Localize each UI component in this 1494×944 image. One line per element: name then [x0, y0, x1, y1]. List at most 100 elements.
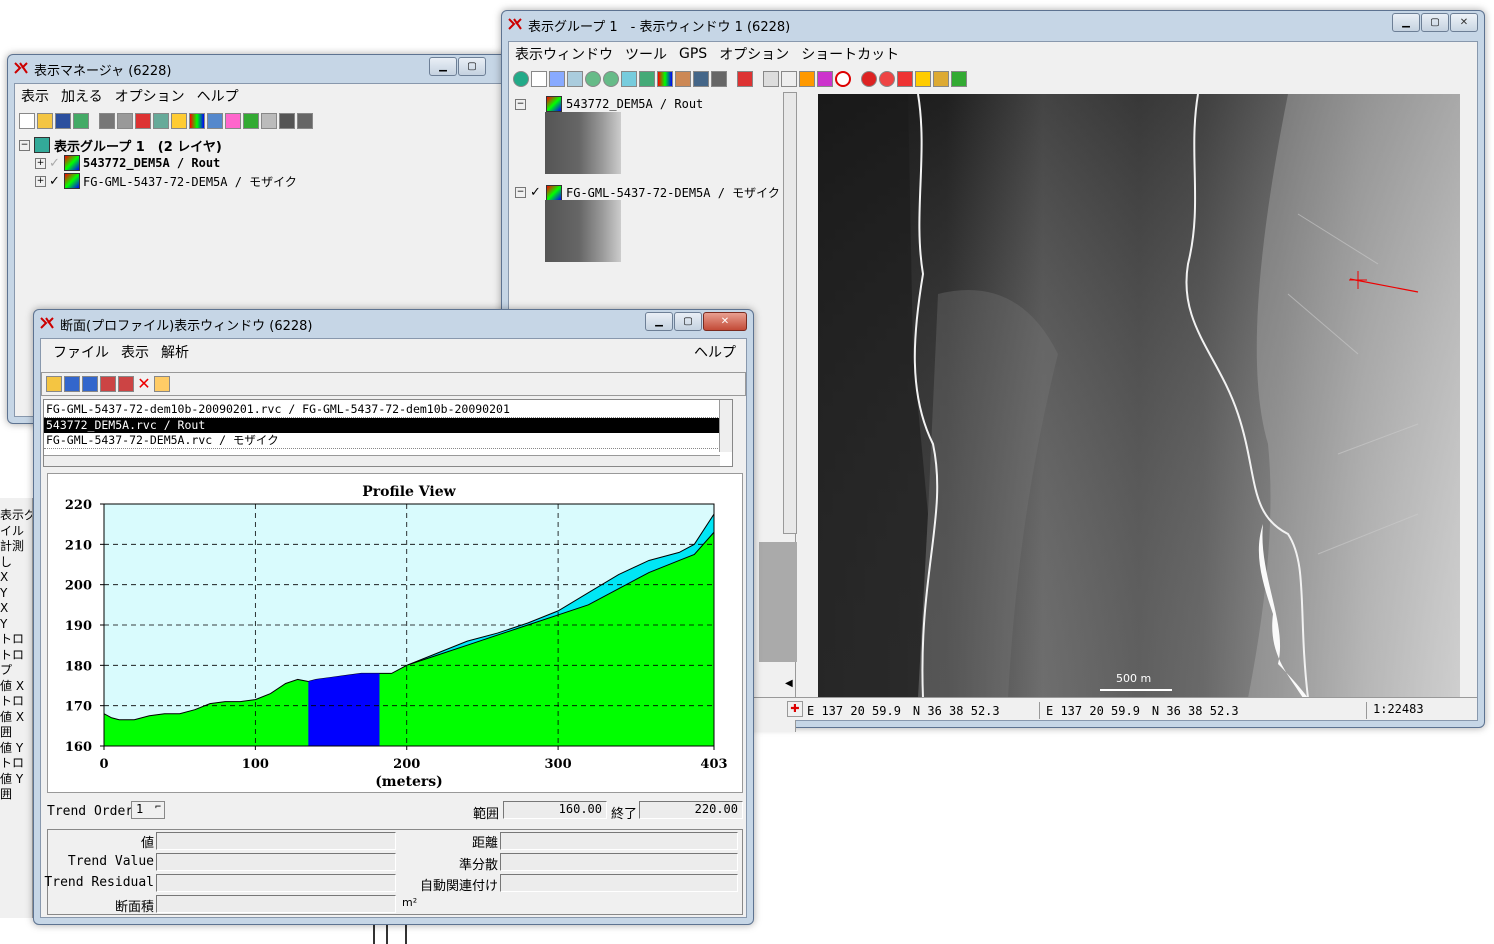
zoom-layer-icon[interactable]	[621, 71, 637, 87]
ruler-icon[interactable]	[261, 113, 277, 129]
menu-options[interactable]: オプション	[719, 44, 789, 64]
arrows-icon[interactable]	[799, 71, 815, 87]
minimize-button[interactable]: ▁	[429, 57, 457, 76]
layer-one-icon[interactable]	[763, 71, 779, 87]
layer-checkbox-checked[interactable]: ✓	[530, 185, 542, 200]
expand-icon[interactable]: +	[35, 175, 46, 187]
list-item[interactable]: FG-GML-5437-72-dem10b-20090201.rvc / FG-…	[44, 402, 720, 418]
menubar: ファイル 表示 解析 ヘルプ	[41, 342, 746, 362]
layer-row[interactable]: + ✓ FG-GML-5437-72-DEM5A / モザイク	[35, 172, 503, 190]
list-item[interactable]: FG-GML-5437-72-DEM5A.rvc / モザイク	[44, 433, 720, 449]
range-start-field[interactable]: 160.00	[503, 801, 607, 819]
layer-row[interactable]: − ✓ FG-GML-5437-72-DEM5A / モザイク	[515, 184, 780, 201]
scroll-left-arrow[interactable]: ◀	[785, 678, 797, 692]
open-folder-icon[interactable]	[37, 113, 53, 129]
maximize-button[interactable]: ▢	[674, 312, 702, 331]
layer-panel-scrollbar[interactable]	[783, 92, 797, 534]
measure-icon[interactable]	[675, 71, 691, 87]
layer-icon[interactable]	[99, 113, 115, 129]
collapse-icon[interactable]: −	[515, 187, 526, 198]
redraw-icon[interactable]	[513, 71, 529, 87]
menu-display[interactable]: 表示	[21, 86, 49, 106]
collapse-icon[interactable]: −	[19, 139, 30, 151]
add-layer-icon[interactable]	[135, 113, 151, 129]
terrain-icon[interactable]	[117, 113, 133, 129]
minimize-button[interactable]: ▁	[1392, 13, 1420, 32]
table-icon[interactable]	[297, 113, 313, 129]
menu-display[interactable]: 表示	[121, 342, 149, 362]
delete-icon[interactable]: ✕	[136, 376, 152, 392]
menu-analysis[interactable]: 解析	[161, 342, 189, 362]
menu-tools[interactable]: ツール	[625, 44, 667, 64]
close-button[interactable]: ✕	[703, 312, 747, 331]
rgb-icon[interactable]	[189, 113, 205, 129]
minimize-button[interactable]: ▁	[645, 312, 673, 331]
distance-label: 距離	[471, 836, 498, 851]
tin-icon[interactable]	[207, 113, 223, 129]
toolbar: ✕	[41, 372, 746, 396]
print-icon[interactable]	[73, 113, 89, 129]
zoom-in-icon[interactable]	[585, 71, 601, 87]
menu-help[interactable]: ヘルプ	[197, 86, 239, 106]
line-tool-icon[interactable]	[915, 71, 931, 87]
no-entry-icon[interactable]	[835, 71, 851, 87]
list-horizontal-scrollbar[interactable]	[44, 455, 720, 466]
menu-add[interactable]: 加える	[61, 86, 103, 106]
group-node[interactable]: − 表示グループ 1 (2 レイヤ)	[19, 136, 503, 155]
range-end-field[interactable]: 220.00	[639, 801, 743, 819]
layer-checkbox-checked[interactable]: ✓	[49, 174, 61, 189]
open-folder-icon[interactable]	[46, 376, 62, 392]
gps-add-icon[interactable]	[861, 71, 877, 87]
layer-row[interactable]: − 543772_DEM5A / Rout	[515, 96, 703, 112]
menu-options[interactable]: オプション	[115, 86, 185, 106]
palette-icon[interactable]	[154, 376, 170, 392]
save-icon[interactable]	[55, 113, 71, 129]
text-icon[interactable]	[279, 113, 295, 129]
layer-checkbox-unchecked[interactable]: ✓	[49, 156, 61, 171]
binoculars-icon[interactable]	[693, 71, 709, 87]
shape-icon[interactable]	[243, 113, 259, 129]
vector-icon[interactable]	[171, 113, 187, 129]
collapse-icon[interactable]: −	[515, 98, 526, 110]
expand-icon[interactable]: +	[35, 157, 46, 169]
zoom-box-icon[interactable]	[567, 71, 583, 87]
move-up-icon[interactable]	[100, 376, 116, 392]
add-raster-icon[interactable]	[153, 113, 169, 129]
grid-icon[interactable]	[225, 113, 241, 129]
add-up-icon[interactable]	[64, 376, 80, 392]
rgb-layers-icon[interactable]	[657, 71, 673, 87]
menu-file[interactable]: ファイル	[53, 342, 109, 362]
trend-order-label: Trend Order	[47, 804, 134, 819]
maximize-button[interactable]: ▢	[1421, 13, 1449, 32]
menu-help[interactable]: ヘルプ	[694, 342, 736, 362]
map-view[interactable]: 500 m	[818, 94, 1460, 698]
gps-zoom-icon[interactable]	[879, 71, 895, 87]
color-arrows-icon[interactable]	[817, 71, 833, 87]
dropdown-arrow-icon: ⌐	[154, 802, 161, 813]
select-arrow-icon[interactable]	[897, 71, 913, 87]
close-button[interactable]: ✕	[1450, 13, 1478, 32]
menu-shortcut[interactable]: ショートカット	[801, 44, 899, 64]
move-down-icon[interactable]	[118, 376, 134, 392]
new-icon[interactable]	[19, 113, 35, 129]
layer-list[interactable]: FG-GML-5437-72-dem10b-20090201.rvc / FG-…	[43, 399, 733, 467]
trend-order-dropdown[interactable]: 1 ⌐	[131, 801, 165, 819]
layer-row[interactable]: + ✓ 543772_DEM5A / Rout	[35, 154, 503, 172]
menu-gps[interactable]: GPS	[679, 46, 707, 62]
list-item[interactable]: 543772_DEM5A.rvc / Rout	[44, 418, 720, 433]
pan-icon[interactable]	[549, 71, 565, 87]
maximize-button[interactable]: ▢	[458, 57, 486, 76]
cursor-xy-icon[interactable]	[781, 71, 797, 87]
profile-tool-icon[interactable]	[933, 71, 949, 87]
full-view-icon[interactable]	[531, 71, 547, 87]
raster-tool-icon[interactable]	[951, 71, 967, 87]
menu-display-window[interactable]: 表示ウィンドウ	[515, 44, 613, 64]
list-vertical-scrollbar[interactable]	[719, 400, 732, 452]
layer-tree: − 表示グループ 1 (2 レイヤ) + ✓ 543772_DEM5A / Ro…	[19, 136, 503, 190]
crosshair-icon[interactable]: ✚	[787, 701, 803, 717]
camera-icon[interactable]	[711, 71, 727, 87]
zoom-out-icon[interactable]	[603, 71, 619, 87]
add-layer-icon[interactable]	[737, 71, 753, 87]
overview-icon[interactable]	[639, 71, 655, 87]
add-down-icon[interactable]	[82, 376, 98, 392]
